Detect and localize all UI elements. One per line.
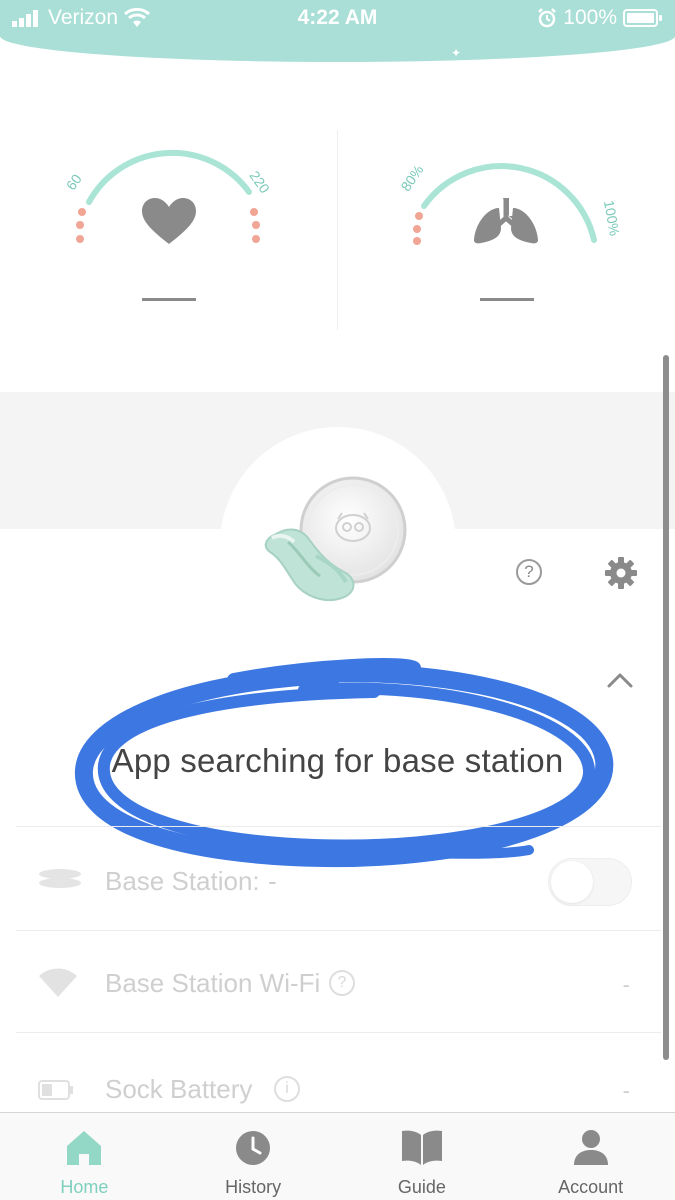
vitals-gauges: 60 220 80% 100% xyxy=(0,110,675,350)
sparkle-icon: ✦ xyxy=(451,46,462,60)
sock-battery-value: - xyxy=(622,1078,630,1103)
status-right: 100% xyxy=(537,6,663,30)
tab-home-label: Home xyxy=(60,1177,109,1197)
carrier-name: Verizon xyxy=(48,6,119,29)
divider-line xyxy=(16,930,661,931)
divider-line xyxy=(16,826,661,827)
clock-icon xyxy=(236,1131,271,1165)
heart-rate-gauge[interactable]: 60 220 xyxy=(0,110,337,350)
tab-account[interactable]: Account xyxy=(506,1113,675,1200)
signal-icon xyxy=(12,10,38,27)
tab-history-label: History xyxy=(225,1177,282,1197)
home-icon xyxy=(67,1131,102,1165)
wifi-help-icon[interactable]: ? xyxy=(329,970,355,996)
book-icon xyxy=(401,1130,442,1165)
wifi-signal-icon xyxy=(39,968,77,997)
oxygen-arc xyxy=(413,163,597,245)
battery-level-icon xyxy=(38,1080,73,1100)
heart-rate-arc xyxy=(76,149,260,243)
oxygen-value xyxy=(480,298,534,301)
base-station-icon xyxy=(39,869,81,888)
battery-icon xyxy=(623,9,662,27)
wifi-value: - xyxy=(622,972,630,997)
tab-home[interactable]: Home xyxy=(0,1113,169,1200)
tab-account-label: Account xyxy=(558,1177,624,1197)
sock-battery-label: Sock Battery xyxy=(105,1074,253,1104)
divider-line xyxy=(16,1032,661,1033)
tab-guide[interactable]: Guide xyxy=(338,1113,507,1200)
battery-percent: 100% xyxy=(563,6,617,29)
connection-status-message: App searching for base station xyxy=(111,742,564,779)
settings-gear-icon[interactable] xyxy=(604,556,638,590)
tab-guide-label: Guide xyxy=(397,1177,446,1197)
base-station-toggle[interactable] xyxy=(548,858,632,906)
oxygen-gauge[interactable]: 80% 100% xyxy=(338,110,675,350)
wifi-icon xyxy=(124,8,151,27)
base-station-sock-image xyxy=(264,476,407,601)
tab-history[interactable]: History xyxy=(169,1113,338,1200)
chevron-up-icon[interactable] xyxy=(606,670,634,690)
person-icon xyxy=(573,1130,608,1165)
heart-rate-value xyxy=(142,298,196,301)
scrollbar[interactable] xyxy=(663,355,669,1060)
base-station-value: - xyxy=(268,866,277,896)
heart-icon xyxy=(142,198,196,244)
status-bar: Verizon 4:22 AM 100% ✦ xyxy=(0,0,675,62)
base-station-label: Base Station: xyxy=(105,866,260,896)
lungs-icon xyxy=(474,198,538,244)
wifi-label: Base Station Wi-Fi xyxy=(105,968,321,998)
battery-info-icon[interactable]: i xyxy=(274,1076,300,1102)
help-icon[interactable]: ? xyxy=(516,559,542,585)
alarm-icon xyxy=(538,8,557,28)
wifi-row: Base Station Wi-Fi ? - xyxy=(0,932,660,1032)
toggle-knob xyxy=(551,861,593,903)
tab-bar: Home History Guide Account xyxy=(0,1112,675,1200)
status-left: Verizon xyxy=(12,6,151,30)
